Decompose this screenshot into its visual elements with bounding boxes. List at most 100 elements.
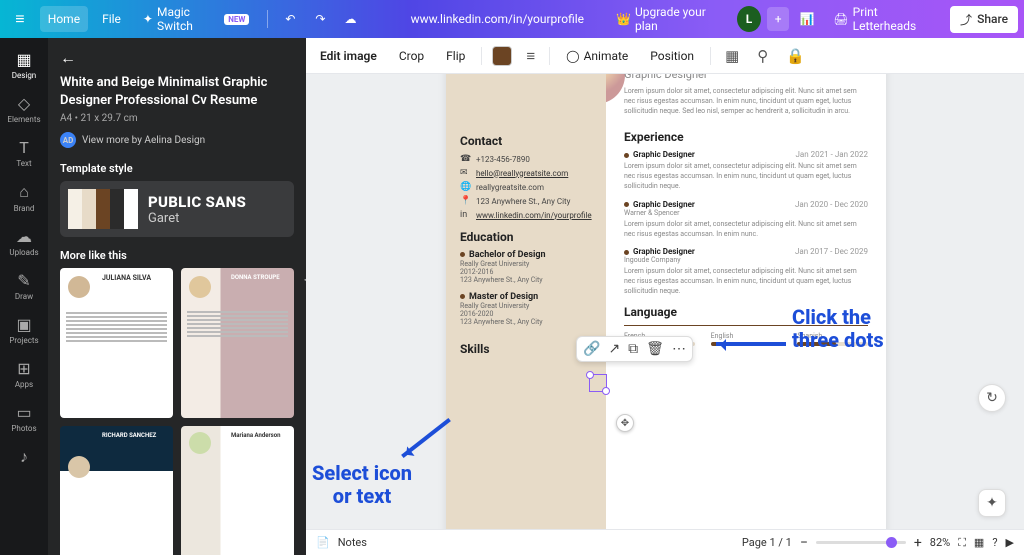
exp-2[interactable]: Graphic DesignerJan 2020 - Dec 2020 Warn… [624, 200, 868, 240]
sparkle-icon: ✦ [143, 12, 153, 26]
delete-icon[interactable]: 🗑 [646, 341, 664, 357]
edu-item-2[interactable]: Master of Design Really Great University… [460, 292, 592, 326]
zoom-in-icon[interactable]: + [914, 535, 922, 551]
language-heading[interactable]: Language [624, 305, 868, 319]
crop-button[interactable]: Crop [393, 45, 430, 67]
page-indicator[interactable]: Page 1 / 1 [742, 536, 792, 549]
assistant-fab[interactable]: ✦ [978, 489, 1006, 517]
edu-item-1[interactable]: Bachelor of Design Really Great Universi… [460, 250, 592, 284]
brand-icon: ⌂ [0, 182, 48, 202]
zoom-value[interactable]: 82% [930, 536, 950, 549]
location-icon[interactable]: 📍 [460, 196, 470, 206]
template-thumb-4[interactable]: Mariana Anderson [181, 426, 294, 555]
grid-view-icon[interactable]: ▦ [974, 536, 984, 549]
rail-brand[interactable]: ⌂Brand [0, 176, 48, 221]
exp-3[interactable]: Graphic DesignerJan 2017 - Dec 2029 Ingo… [624, 247, 868, 296]
refresh-fab[interactable]: ↻ [978, 384, 1006, 412]
crown-icon: 👑 [616, 12, 631, 26]
edit-toolbar: Edit image Crop Flip ≡ ◯Animate Position… [306, 38, 1024, 74]
canvas-page[interactable]: Contact ☎+123-456-7890 ✉hello@reallygrea… [446, 74, 886, 529]
open-icon[interactable]: ↗ [608, 341, 620, 357]
linkedin-icon[interactable]: in [460, 210, 470, 220]
rail-projects[interactable]: ▣Projects [0, 309, 48, 353]
template-thumb-3[interactable]: RICHARD SANCHEZ [60, 426, 173, 555]
transparency-icon[interactable]: ▦ [721, 43, 743, 69]
fullscreen-icon[interactable]: ⛶ [958, 536, 966, 550]
duplicate-icon[interactable]: ⧉ [628, 341, 638, 357]
top-header: ≡ Home File ✦ Magic Switch NEW ↶ ↷ ☁ www… [0, 0, 1024, 38]
rail-uploads[interactable]: ☁Uploads [0, 221, 48, 265]
education-heading[interactable]: Education [460, 230, 592, 244]
color-swatch[interactable] [492, 46, 512, 66]
style-section-header: Template style [60, 162, 294, 175]
dimensions-label: A4 • 21 x 29.7 cm [60, 113, 294, 124]
move-handle-icon[interactable]: ✥ [616, 414, 634, 432]
template-style-card[interactable]: PUBLIC SANS Garet [60, 181, 294, 237]
summary-text[interactable]: Lorem ipsum dolor sit amet, consectetur … [624, 87, 868, 116]
rail-draw[interactable]: ✎Draw [0, 265, 48, 309]
skills-heading[interactable]: Skills [460, 342, 592, 356]
author-link[interactable]: AD View more by Aelina Design [60, 132, 294, 148]
add-member-button[interactable]: + [767, 7, 789, 31]
elements-icon: ◇ [0, 94, 48, 113]
more-icon[interactable]: ⋯ [672, 341, 686, 357]
zoom-out-icon[interactable]: − [800, 535, 808, 551]
audio-icon: ♪ [0, 447, 48, 467]
globe-icon[interactable]: 🌐 [460, 182, 470, 192]
job-title[interactable]: Graphic Designer [624, 74, 868, 81]
template-thumb-1[interactable]: JULIANA SILVA [60, 268, 173, 418]
menu-icon[interactable]: ≡ [6, 9, 34, 29]
border-style-icon[interactable]: ≡ [522, 43, 539, 69]
rail-design[interactable]: ▦Design [0, 44, 48, 88]
annotation-arrow-2 [401, 418, 451, 458]
analytics-icon[interactable]: 📊 [795, 6, 819, 32]
rail-audio[interactable]: ♪ [0, 441, 48, 477]
new-badge: NEW [224, 14, 249, 25]
share-button[interactable]: ⤴ Share [950, 6, 1018, 33]
email-icon[interactable]: ✉ [460, 168, 470, 178]
rail-photos[interactable]: ▭Photos [0, 397, 48, 441]
notes-icon[interactable]: 📄 [316, 536, 330, 549]
upgrade-button[interactable]: 👑 Upgrade your plan [608, 0, 731, 39]
position-button[interactable]: Position [644, 45, 700, 67]
annotation-2-line1: Select icon [312, 462, 412, 485]
undo-icon[interactable]: ↶ [278, 6, 302, 32]
user-avatar[interactable]: L [737, 6, 761, 32]
zoom-slider[interactable] [816, 541, 906, 544]
lock-icon[interactable]: 🔒 [782, 43, 809, 69]
link-icon[interactable]: 🔗 [583, 341, 600, 357]
left-rail: ▦Design ◇Elements TText ⌂Brand ☁Uploads … [0, 38, 48, 555]
animate-button[interactable]: ◯Animate [560, 45, 634, 67]
copy-style-icon[interactable]: ⚲ [753, 43, 772, 69]
home-tab[interactable]: Home [40, 6, 88, 32]
cloud-sync-icon[interactable]: ☁ [338, 6, 362, 32]
apps-icon: ⊞ [0, 359, 48, 378]
flip-button[interactable]: Flip [440, 45, 471, 67]
notes-button[interactable]: Notes [338, 536, 367, 549]
rail-elements[interactable]: ◇Elements [0, 88, 48, 132]
magic-switch-button[interactable]: ✦ Magic Switch NEW [135, 0, 257, 39]
redo-icon[interactable]: ↷ [308, 6, 332, 32]
bottom-bar: 📄 Notes Page 1 / 1 − + 82% ⛶ ▦ ? ▶ [306, 529, 1024, 555]
rail-text[interactable]: TText [0, 132, 48, 176]
exp-1[interactable]: Graphic DesignerJan 2021 - Jan 2022 Lore… [624, 150, 868, 191]
file-tab[interactable]: File [94, 6, 129, 32]
template-thumb-2[interactable]: DONNA STROUPE [181, 268, 294, 418]
phone-icon[interactable]: ☎ [460, 154, 470, 164]
experience-heading[interactable]: Experience [624, 130, 868, 144]
selection-box[interactable] [589, 374, 607, 392]
edit-image-button[interactable]: Edit image [314, 45, 383, 67]
more-like-this-header: More like this [60, 249, 294, 262]
text-icon: T [0, 138, 48, 157]
contact-heading[interactable]: Contact [460, 134, 592, 148]
photos-icon: ▭ [0, 403, 48, 422]
present-icon[interactable]: ▶ [1006, 536, 1014, 549]
print-button[interactable]: 🖨 Print Letterheads [825, 0, 944, 39]
rail-apps[interactable]: ⊞Apps [0, 353, 48, 397]
canvas-area: Edit image Crop Flip ≡ ◯Animate Position… [306, 38, 1024, 529]
doc-title[interactable]: www.linkedin.com/in/yourprofile [399, 12, 596, 26]
animate-icon: ◯ [566, 49, 579, 63]
help-icon[interactable]: ? [992, 536, 997, 549]
back-button[interactable]: ← [60, 48, 76, 68]
share-icon: ⤴ [960, 11, 972, 28]
